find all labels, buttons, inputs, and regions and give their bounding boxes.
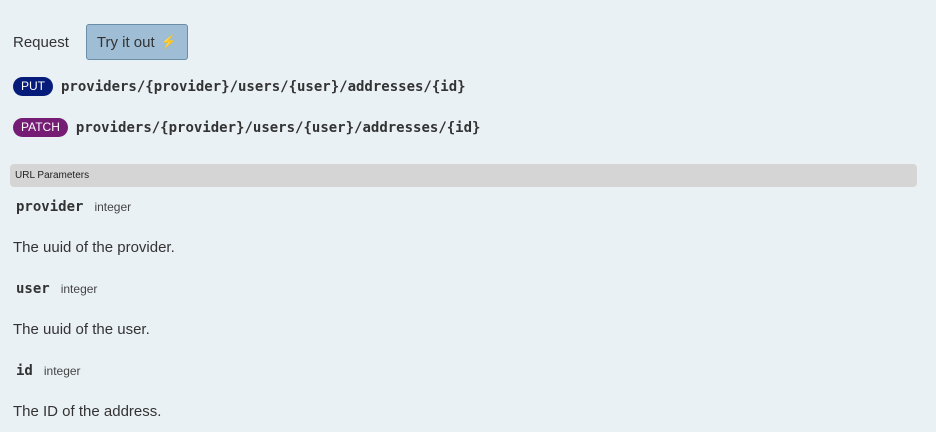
endpoint-patch: PATCH providers/{provider}/users/{user}/… xyxy=(13,118,480,137)
param-name: user xyxy=(16,281,50,297)
param-type: integer xyxy=(94,200,132,214)
endpoint-path: providers/{provider}/users/{user}/addres… xyxy=(75,119,481,136)
param-id: id integer xyxy=(16,363,81,379)
param-description: The ID of the address. xyxy=(13,403,162,420)
param-type: integer xyxy=(43,364,81,378)
param-description: The uuid of the user. xyxy=(13,321,150,338)
method-badge-put: PUT xyxy=(13,77,53,96)
endpoint-path: providers/{provider}/users/{user}/addres… xyxy=(61,78,466,95)
try-it-out-label: Try it out xyxy=(96,33,155,51)
lightning-icon: ⚡ xyxy=(160,34,177,49)
param-provider: provider integer xyxy=(16,199,131,215)
param-type: integer xyxy=(60,282,98,296)
method-badge-patch: PATCH xyxy=(13,118,68,137)
try-it-out-button[interactable]: Try it out ⚡ xyxy=(85,24,188,60)
param-user: user integer xyxy=(16,281,97,297)
url-parameters-header: URL Parameters xyxy=(10,164,917,187)
endpoint-put: PUT providers/{provider}/users/{user}/ad… xyxy=(13,77,466,96)
request-row: Request Try it out ⚡ xyxy=(13,24,188,60)
request-label: Request xyxy=(13,33,69,51)
param-description: The uuid of the provider. xyxy=(13,239,175,256)
param-name: id xyxy=(16,363,33,379)
param-name: provider xyxy=(16,199,84,215)
